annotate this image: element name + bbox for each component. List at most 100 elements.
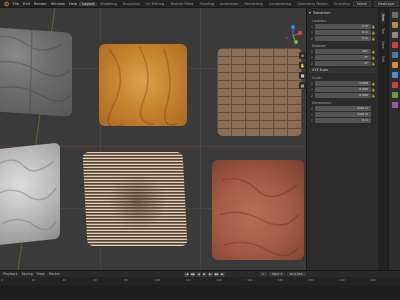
tab-texture-paint[interactable]: Texture Paint	[167, 2, 196, 6]
modifier-properties-icon[interactable]	[391, 72, 398, 78]
dimensions-z-field[interactable]: 0 m	[315, 118, 371, 123]
view-layer-selector[interactable]: ViewLayer	[373, 0, 399, 7]
menu-window[interactable]: Window	[49, 2, 67, 6]
tab-modeling[interactable]: Modeling	[97, 2, 119, 6]
lock-icon[interactable]: 🔓	[371, 31, 376, 35]
menu-marker[interactable]: Marker	[49, 272, 60, 276]
scene-properties-icon[interactable]	[391, 42, 398, 48]
camera-icon[interactable]: ■	[299, 72, 306, 79]
data-properties-icon[interactable]	[391, 92, 398, 98]
menu-view[interactable]: View	[37, 272, 45, 276]
scale-y-row: Y 0.000 🔓	[309, 87, 376, 92]
rotation-z-field[interactable]: 0°	[315, 61, 371, 66]
pan-hand-icon[interactable]: ✋	[299, 62, 306, 69]
lock-icon[interactable]: 🔓	[371, 82, 376, 86]
brick-tile[interactable]	[217, 48, 302, 136]
menu-help[interactable]: Help	[67, 2, 79, 6]
rotation-y-field[interactable]: 0°	[315, 55, 371, 60]
tab-geometry-nodes[interactable]: Geometry Nodes	[294, 2, 330, 6]
tab-shading[interactable]: Shading	[196, 2, 217, 6]
rotation-mode-select[interactable]: XYZ Euler	[309, 68, 376, 73]
sidebar-tabs: Item Tool View Edit	[378, 8, 388, 270]
grid-line	[200, 8, 201, 270]
location-z-field[interactable]: 0 m	[315, 36, 371, 41]
dimensions-x-row: X 0.00 m	[309, 106, 376, 111]
tab-layout[interactable]: Layout	[79, 1, 98, 6]
scene-selector[interactable]: Scene	[352, 0, 371, 7]
transform-header[interactable]: ▾ Transform	[309, 10, 376, 16]
rotation-x-field[interactable]: 90°	[315, 49, 371, 54]
scene-controls: Scene ViewLayer	[352, 0, 400, 7]
menu-file[interactable]: File	[11, 2, 21, 6]
jump-start-button[interactable]: |◀	[184, 271, 190, 277]
menu-playback[interactable]: Playback	[3, 272, 18, 276]
tab-sculpting[interactable]: Sculpting	[120, 2, 143, 6]
dimensions-y-field[interactable]: 0.00 m	[315, 112, 371, 117]
next-frame-button[interactable]: ▶|	[208, 271, 214, 277]
menu-keying[interactable]: Keying	[22, 272, 33, 276]
lock-icon[interactable]: 🔓	[371, 37, 376, 41]
world-properties-icon[interactable]	[391, 52, 398, 58]
ruler-tick: 40	[62, 278, 67, 282]
white-rock-tile[interactable]	[0, 142, 60, 246]
blender-logo-icon[interactable]	[3, 1, 9, 7]
location-y-field[interactable]: 0 m	[315, 30, 371, 35]
ruler-tick: 240	[370, 278, 376, 282]
transform-title: Transform	[312, 11, 331, 15]
zoom-icon[interactable]: ⊕	[299, 52, 306, 59]
timeline-track[interactable]	[0, 285, 400, 300]
navigation-gizmo-icon[interactable]	[283, 22, 303, 52]
material-properties-icon[interactable]	[391, 82, 398, 88]
scale-x-field[interactable]: 0.000	[315, 81, 371, 86]
3d-viewport[interactable]: ⊕ ✋ ■ ▦	[0, 8, 306, 270]
scale-z-field[interactable]: 0.000	[315, 93, 371, 98]
ruler-tick: 0	[1, 278, 3, 282]
tab-item[interactable]: Item	[381, 12, 385, 24]
tab-view[interactable]: View	[381, 39, 385, 51]
striped-wood-tile[interactable]	[82, 152, 188, 246]
jump-end-button[interactable]: ▶|	[220, 271, 226, 277]
stone-tile[interactable]	[0, 27, 72, 117]
timeline-header: Playback Keying View Marker |◀ ◀◆ ◀ ▶ ▶|…	[0, 271, 400, 277]
tab-rendering[interactable]: Rendering	[241, 2, 265, 6]
prev-keyframe-button[interactable]: ◀◆	[190, 271, 196, 277]
grid-icon[interactable]: ▦	[299, 82, 306, 89]
current-frame-field[interactable]: 1	[259, 272, 267, 276]
output-properties-icon[interactable]	[391, 32, 398, 38]
clay-tile[interactable]	[212, 160, 304, 260]
orange-wood-tile[interactable]	[99, 44, 187, 126]
play-button[interactable]: ▶	[202, 271, 208, 277]
texture-properties-icon[interactable]	[391, 102, 398, 108]
lock-icon[interactable]: 🔓	[371, 50, 376, 54]
next-keyframe-button[interactable]: ◆▶	[214, 271, 220, 277]
lock-icon[interactable]: 🔓	[371, 56, 376, 60]
lock-icon[interactable]: 🔓	[371, 62, 376, 66]
lock-icon[interactable]: 🔓	[371, 25, 376, 29]
tab-animation[interactable]: Animation	[217, 2, 241, 6]
tab-edit[interactable]: Edit	[381, 54, 385, 64]
chevron-down-icon: ▾	[309, 11, 311, 15]
start-frame-field[interactable]: Start 1	[268, 272, 286, 276]
lock-icon[interactable]: 🔓	[371, 88, 376, 92]
dimensions-x-field[interactable]: 0.00 m	[315, 106, 371, 111]
tab-tool[interactable]: Tool	[381, 26, 385, 36]
ruler-tick: 60	[93, 278, 97, 282]
ruler-tick: 140	[216, 278, 222, 282]
location-section: Location: X0 m 🔓 Y0 m 🔓 Z0 m 🔓	[309, 19, 376, 41]
render-properties-icon[interactable]	[391, 22, 398, 28]
menu-edit[interactable]: Edit	[21, 2, 32, 6]
tool-properties-icon[interactable]	[391, 12, 398, 18]
clay-texture	[219, 177, 299, 257]
tab-uv-editing[interactable]: UV Editing	[143, 2, 168, 6]
location-z-row: Z0 m 🔓	[309, 36, 376, 41]
scale-y-field[interactable]: 0.000	[315, 87, 371, 92]
tab-scripting[interactable]: Scripting	[331, 2, 353, 6]
end-frame-field[interactable]: End 250	[287, 272, 306, 276]
tab-compositing[interactable]: Compositing	[266, 2, 295, 6]
menu-render[interactable]: Render	[32, 2, 49, 6]
lock-icon[interactable]: 🔓	[371, 94, 376, 98]
timeline-ruler[interactable]: 0 20 40 60 80 100 120 140 160 180 200 22…	[0, 278, 400, 284]
object-properties-icon[interactable]	[391, 62, 398, 68]
location-x-field[interactable]: 0 m	[315, 24, 371, 29]
play-reverse-button[interactable]: ◀	[196, 271, 202, 277]
